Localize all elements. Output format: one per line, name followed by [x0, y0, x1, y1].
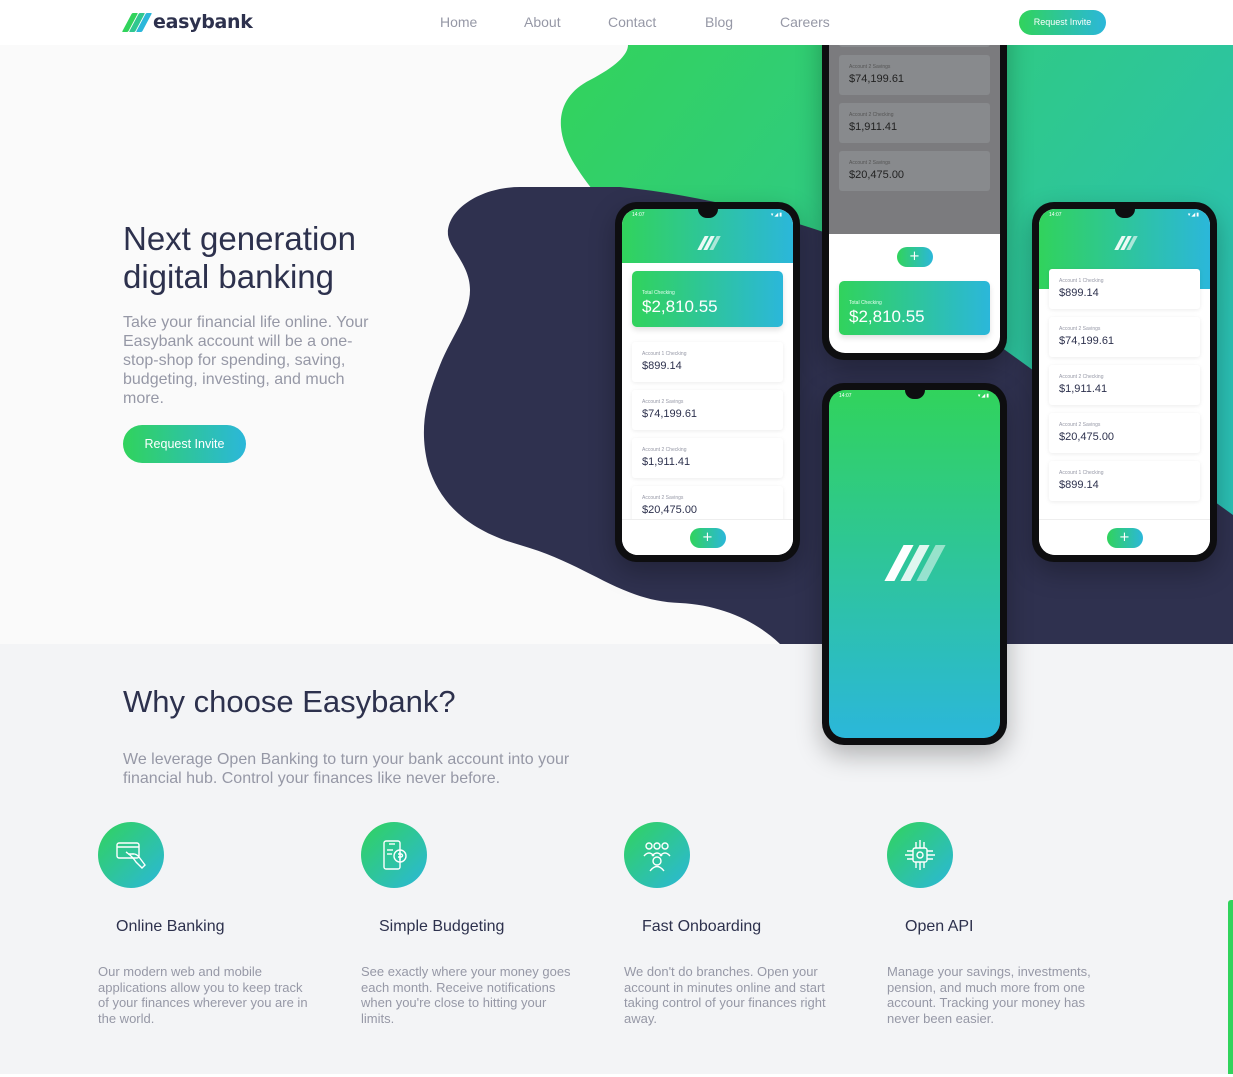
nav-link-careers[interactable]: Careers — [780, 14, 830, 30]
nav-link-contact[interactable]: Contact — [608, 14, 656, 30]
feature-description: We don't do branches. Open your account … — [624, 964, 826, 1026]
status-time: 14:07 — [839, 393, 852, 399]
status-time: 14:07 — [632, 212, 645, 218]
account-card: Account 2 Savings $20,475.00 — [1049, 413, 1200, 453]
account-label: Account 1 Checking — [1059, 470, 1104, 476]
total-value: $2,810.55 — [849, 307, 925, 326]
account-label: Account 2 Savings — [849, 160, 891, 166]
phone-mockup-left: 14:07 ▾◢▮ Total Checking $2,810.55 Accou… — [615, 202, 800, 562]
add-fab-button: + — [1106, 528, 1143, 548]
logo-mark-icon — [121, 11, 153, 33]
account-label: Account 2 Savings — [1059, 326, 1101, 332]
account-value: $74,199.61 — [642, 408, 698, 420]
logo-wordmark: easybank — [153, 11, 253, 33]
status-icons: ▾◢▮ — [1187, 212, 1200, 218]
add-fab-button: + — [689, 528, 726, 548]
total-checking-card: Total Checking $2,810.55 — [839, 281, 990, 335]
budgeting-icon — [361, 822, 427, 888]
account-card: Account 2 Savings $74,199.61 — [1049, 317, 1200, 357]
account-value: $899.14 — [1059, 479, 1099, 491]
request-invite-hero-button[interactable]: Request Invite — [123, 425, 246, 463]
status-icons: ▾◢▮ — [770, 212, 783, 218]
feature-title: Fast Onboarding — [642, 918, 762, 935]
phone-screen: 14:07 ▾◢▮ — [829, 390, 1000, 738]
total-value: $2,810.55 — [642, 297, 718, 316]
easybank-logo[interactable]: easybank — [121, 10, 253, 34]
account-label: Account 2 Checking — [849, 112, 894, 118]
account-label: Account 1 Checking — [1059, 278, 1104, 284]
account-label: Account 2 Savings — [642, 495, 684, 501]
account-card: Account 2 Checking $1,911.41 — [839, 103, 990, 143]
nav-link-blog[interactable]: Blog — [705, 14, 733, 30]
account-value: $74,199.61 — [849, 73, 905, 85]
account-card: Account 1 Checking $899.14 — [1049, 269, 1200, 309]
total-label: Total Checking — [642, 290, 675, 296]
total-label: Total Checking — [849, 300, 882, 306]
account-card: Account 2 Savings $20,475.00 — [839, 151, 990, 191]
account-card: Account 2 Checking $1,911.41 — [632, 438, 783, 478]
feature-title: Online Banking — [116, 918, 225, 935]
account-value: $74,199.61 — [1059, 335, 1115, 347]
nav-link-about[interactable]: About — [524, 14, 561, 30]
top-navigation: easybank Home About Contact Blog Careers… — [0, 0, 1233, 45]
account-value: $1,911.41 — [1059, 383, 1108, 395]
account-label: Account 1 Checking — [642, 351, 687, 357]
account-value: $899.14 — [642, 360, 682, 372]
account-value: $1,911.41 — [849, 121, 898, 133]
onboarding-icon — [624, 822, 690, 888]
account-value: $20,475.00 — [1059, 431, 1115, 443]
phone-mockup-top: Account 1 Checking $899.14 Account 2 Sav… — [822, 0, 1007, 360]
account-value: $20,475.00 — [642, 504, 698, 516]
status-icons: ▾◢▮ — [977, 393, 990, 399]
add-fab-button: + — [896, 247, 933, 267]
app-logo-icon — [696, 236, 721, 250]
online-banking-icon — [98, 822, 164, 888]
phone-notch — [904, 390, 925, 399]
app-logo-icon — [1113, 236, 1138, 250]
account-card: Account 2 Savings $74,199.61 — [839, 55, 990, 95]
request-invite-nav-button[interactable]: Request Invite — [1019, 10, 1106, 35]
total-checking-card: Total Checking $2,810.55 — [632, 271, 783, 327]
account-value: $1,911.41 — [642, 456, 691, 468]
account-label: Account 2 Savings — [849, 64, 891, 70]
hero-description: Take your financial life online. Your Ea… — [123, 314, 369, 407]
status-time: 14:07 — [1049, 212, 1062, 218]
phone-screen: 14:07 ▾◢▮ Account 1 Checking $899.14 Acc… — [1039, 209, 1210, 555]
nav-link-home[interactable]: Home — [440, 14, 477, 30]
splash-logo-icon — [883, 545, 946, 581]
feature-description: Manage your savings, investments, pensio… — [887, 964, 1091, 1026]
phone-screen: 14:07 ▾◢▮ Total Checking $2,810.55 Accou… — [622, 209, 793, 555]
phone-mockup-right: 14:07 ▾◢▮ Account 1 Checking $899.14 Acc… — [1032, 202, 1217, 562]
feature-description: Our modern web and mobile applications a… — [98, 964, 308, 1026]
app-footer: + — [622, 519, 793, 555]
hero-title-line-1: Next generation — [123, 220, 356, 257]
account-value: $899.14 — [1059, 287, 1099, 299]
why-section-title: Why choose Easybank? — [123, 684, 456, 719]
account-label: Account 2 Savings — [642, 399, 684, 405]
account-label: Account 2 Savings — [1059, 422, 1101, 428]
scrollbar-thumb[interactable] — [1228, 900, 1233, 1077]
account-card: Account 1 Checking $899.14 — [1049, 461, 1200, 501]
account-card: Account 2 Checking $1,911.41 — [1049, 365, 1200, 405]
hero-title: Next generation digital banking — [123, 220, 423, 296]
app-footer: + — [1039, 519, 1210, 555]
account-label: Account 2 Checking — [1059, 374, 1104, 380]
account-card: Account 1 Checking $899.14 — [632, 342, 783, 382]
phone-mockup-splash: 14:07 ▾◢▮ — [822, 383, 1007, 745]
hero-title-line-2: digital banking — [123, 258, 334, 295]
api-icon — [887, 822, 953, 888]
why-section-description: We leverage Open Banking to turn your ba… — [123, 751, 570, 787]
account-label: Account 2 Checking — [642, 447, 687, 453]
account-card: Account 2 Savings $74,199.61 — [632, 390, 783, 430]
account-value: $20,475.00 — [849, 169, 905, 181]
feature-title: Open API — [905, 918, 974, 935]
feature-title: Simple Budgeting — [379, 918, 505, 935]
feature-description: See exactly where your money goes each m… — [361, 964, 571, 1026]
phone-screen: Account 1 Checking $899.14 Account 2 Sav… — [829, 0, 1000, 353]
